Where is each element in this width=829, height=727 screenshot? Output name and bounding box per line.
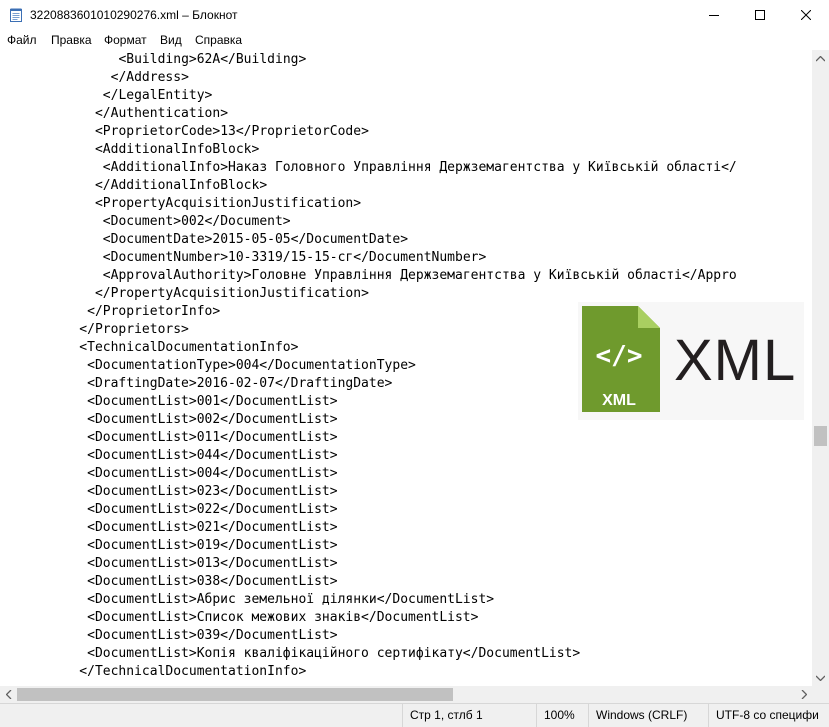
- chevron-up-icon: [816, 55, 825, 61]
- code-line: <DocumentList>019</DocumentList>: [87, 538, 338, 553]
- code-line: <DocumentList>Копія кваліфікаційного сер…: [87, 646, 581, 661]
- status-cursor-position: Стр 1, стлб 1: [402, 704, 536, 727]
- xml-file-icon: </> XML: [582, 306, 660, 412]
- code-line: </Address>: [110, 70, 189, 85]
- vertical-scrollbar[interactable]: [812, 50, 829, 686]
- menu-edit[interactable]: Правка: [51, 30, 92, 50]
- code-line: <ProprietorCode>13</ProprietorCode>: [94, 124, 369, 139]
- menu-view[interactable]: Вид: [160, 30, 182, 50]
- code-line: </TechnicalDocumentationInfo>: [79, 664, 307, 679]
- code-line: <AdditionalInfo>Наказ Головного Управлін…: [102, 160, 737, 175]
- maximize-button[interactable]: [737, 0, 783, 30]
- close-icon: [801, 10, 811, 20]
- scroll-up-arrow[interactable]: [812, 50, 829, 67]
- code-line: <DocumentList>002</DocumentList>: [87, 412, 338, 427]
- horizontal-scroll-thumb[interactable]: [17, 688, 453, 701]
- horizontal-scrollbar[interactable]: [0, 686, 812, 703]
- status-encoding: UTF-8 со специфи: [708, 704, 829, 727]
- menu-file[interactable]: Файл: [7, 30, 37, 50]
- code-line: <TechnicalDocumentationInfo>: [79, 340, 299, 355]
- menu-help[interactable]: Справка: [195, 30, 242, 50]
- xml-wordmark: XML: [674, 328, 797, 393]
- status-zoom: 100%: [536, 704, 588, 727]
- code-line: <DocumentationType>004</DocumentationTyp…: [87, 358, 416, 373]
- chevron-down-icon: [816, 675, 825, 681]
- code-line: <DocumentList>038</DocumentList>: [87, 574, 338, 589]
- chevron-right-icon: [801, 690, 807, 699]
- chevron-left-icon: [5, 690, 11, 699]
- close-button[interactable]: [783, 0, 829, 30]
- code-line: </PropertyAcquisitionJustification>: [94, 286, 369, 301]
- code-line: </Proprietors>: [79, 322, 189, 337]
- status-line-endings: Windows (CRLF): [588, 704, 708, 727]
- code-line: <ApprovalAuthority>Головне Управління Де…: [102, 268, 737, 283]
- status-bar: Стр 1, стлб 1 100% Windows (CRLF) UTF-8 …: [0, 703, 829, 727]
- code-line: <DocumentNumber>10-3319/15-15-сг</Docume…: [102, 250, 487, 265]
- code-line: <DocumentList>004</DocumentList>: [87, 466, 338, 481]
- xml-logo: </> XML XML: [578, 302, 804, 420]
- minimize-button[interactable]: [691, 0, 737, 30]
- scroll-right-arrow[interactable]: [795, 686, 812, 703]
- code-line: <DocumentDate>2015-05-05</DocumentDate>: [102, 232, 409, 247]
- code-line: <DraftingDate>2016-02-07</DraftingDate>: [87, 376, 393, 391]
- code-line: <DocumentList>Список межових знаків</Doc…: [87, 610, 479, 625]
- svg-text:XML: XML: [602, 392, 636, 409]
- code-line: </LegalEntity>: [102, 88, 213, 103]
- menu-bar: Файл Правка Формат Вид Справка: [0, 30, 829, 50]
- vertical-scroll-thumb[interactable]: [814, 426, 827, 446]
- minimize-icon: [709, 15, 719, 16]
- code-line: <Document>002</Document>: [102, 214, 291, 229]
- code-line: <DocumentList>039</DocumentList>: [87, 628, 338, 643]
- code-line: <DocumentList>044</DocumentList>: [87, 448, 338, 463]
- svg-text:</>: </>: [596, 341, 643, 371]
- code-line: <DocumentList>001</DocumentList>: [87, 394, 338, 409]
- code-line: <PropertyAcquisitionJustification>: [94, 196, 362, 211]
- code-line: <DocumentList>022</DocumentList>: [87, 502, 338, 517]
- code-line: <DocumentList>023</DocumentList>: [87, 484, 338, 499]
- code-line: <DocumentList>013</DocumentList>: [87, 556, 338, 571]
- code-line: </ProprietorInfo>: [87, 304, 221, 319]
- title-bar: 3220883601010290276.xml – Блокнот: [0, 0, 829, 30]
- code-line: <Building>62A</Building>: [118, 52, 307, 67]
- code-line: </Authentication>: [94, 106, 229, 121]
- code-line: <DocumentList>021</DocumentList>: [87, 520, 338, 535]
- scroll-down-arrow[interactable]: [812, 669, 829, 686]
- scrollbar-corner: [812, 686, 829, 703]
- maximize-icon: [755, 10, 765, 20]
- code-line: <AdditionalInfoBlock>: [94, 142, 260, 157]
- menu-format[interactable]: Формат: [104, 30, 147, 50]
- scroll-left-arrow[interactable]: [0, 686, 17, 703]
- code-line: </AdditionalInfoBlock>: [94, 178, 268, 193]
- window-title: 3220883601010290276.xml – Блокнот: [30, 8, 238, 22]
- code-line: <DocumentList>Абрис земельної ділянки</D…: [87, 592, 495, 607]
- code-line: <DocumentList>011</DocumentList>: [87, 430, 338, 445]
- notepad-icon: [10, 8, 22, 22]
